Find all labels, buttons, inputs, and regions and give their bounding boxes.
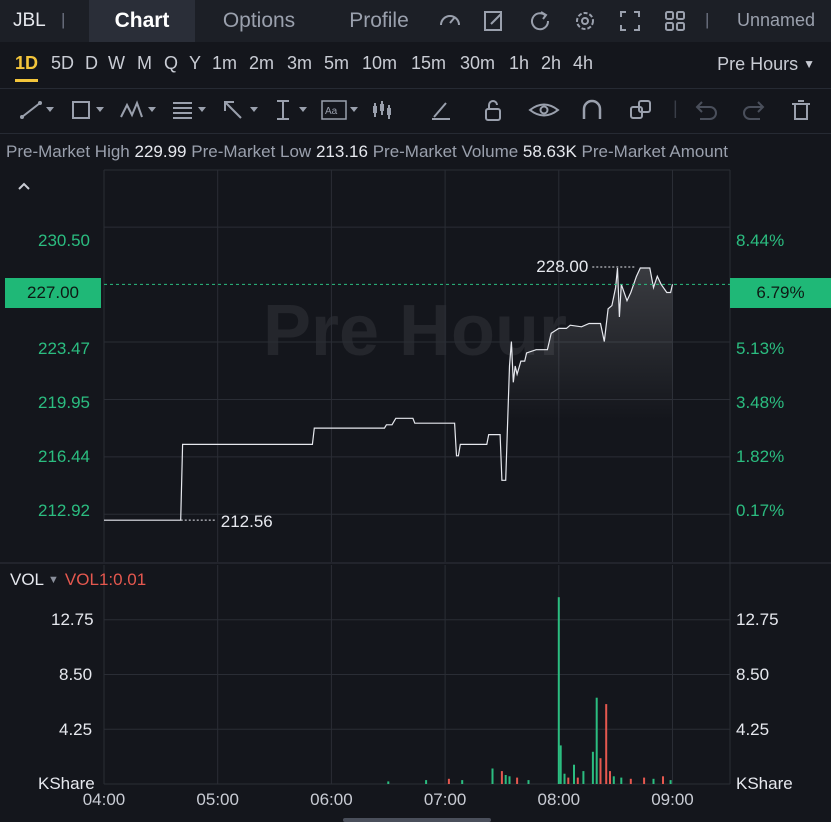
price-tick-label: 223.47 xyxy=(38,339,90,358)
volume-bar xyxy=(662,776,664,784)
chart-scrollbar[interactable] xyxy=(343,818,491,822)
chart-watermark: Pre Hour xyxy=(263,291,567,371)
volume-tick-label: 8.50 xyxy=(736,665,770,684)
price-tick-label: 216.44 xyxy=(38,447,90,466)
volume-bar xyxy=(387,781,390,784)
percent-tick-label: 8.44% xyxy=(736,231,785,250)
volume-bar xyxy=(491,768,494,784)
volume-bar xyxy=(643,777,646,784)
volume-bar xyxy=(576,777,579,784)
volume-bar xyxy=(447,778,450,784)
volume-tick-label: 12.75 xyxy=(51,610,94,629)
volume-bar xyxy=(425,780,428,784)
volume-bar xyxy=(609,771,611,784)
low-marker-label: 212.56 xyxy=(221,512,273,531)
percent-tick-label: 1.82% xyxy=(736,447,785,466)
volume-tick-label: 4.25 xyxy=(736,720,770,739)
volume-bar xyxy=(527,780,530,784)
volume-bar xyxy=(516,777,519,784)
volume-tick-label: 4.25 xyxy=(59,720,93,739)
volume-bar xyxy=(573,764,575,784)
x-tick-label: 08:00 xyxy=(538,790,581,809)
x-tick-label: 07:00 xyxy=(424,790,467,809)
volume-bar xyxy=(557,597,560,784)
x-tick-label: 09:00 xyxy=(651,790,694,809)
volume-bar xyxy=(652,778,655,784)
volume-bar xyxy=(582,771,585,784)
volume-bar xyxy=(500,771,503,784)
high-marker-label: 228.00 xyxy=(536,257,588,276)
volume-bar xyxy=(595,697,598,784)
volume-bars xyxy=(387,597,672,784)
caret-down-icon: ▼ xyxy=(48,574,59,586)
x-tick-label: 05:00 xyxy=(196,790,239,809)
volume-bar xyxy=(620,777,623,784)
volume-bar xyxy=(508,776,511,784)
volume-legend[interactable]: VOL ▼ VOL1:0.01 xyxy=(10,570,146,590)
volume-bar xyxy=(591,751,594,784)
volume-unit-label: KShare xyxy=(38,774,95,793)
current-change-badge: 6.79% xyxy=(730,278,831,308)
volume-bar xyxy=(629,778,632,784)
volume-legend-value: VOL1:0.01 xyxy=(64,570,147,589)
volume-bar xyxy=(563,773,566,784)
current-price-badge: 227.00 xyxy=(5,278,101,308)
price-chart[interactable]: Pre Hour 228.00212.56 04:00 05:00 06:00 07:… xyxy=(0,0,831,822)
volume-tick-label: 12.75 xyxy=(736,610,779,629)
price-tick-label: 212.92 xyxy=(38,501,90,520)
percent-tick-label: 0.17% xyxy=(736,501,785,520)
percent-tick-label: 5.13% xyxy=(736,339,785,358)
volume-unit-label: KShare xyxy=(736,774,793,793)
volume-bar xyxy=(567,777,570,784)
price-tick-label: 230.50 xyxy=(38,231,90,250)
volume-tick-label: 8.50 xyxy=(59,665,93,684)
volume-bar xyxy=(599,758,602,784)
volume-bar xyxy=(605,704,608,784)
volume-bar xyxy=(669,780,672,784)
volume-bar xyxy=(504,775,507,784)
volume-bar xyxy=(612,776,615,784)
x-axis: 04:00 05:00 06:00 07:00 08:00 09:00 xyxy=(83,790,694,809)
percent-tick-label: 3.48% xyxy=(736,393,785,412)
volume-bar xyxy=(559,745,562,784)
x-tick-label: 06:00 xyxy=(310,790,353,809)
volume-bar xyxy=(461,780,464,784)
price-tick-label: 219.95 xyxy=(38,393,90,412)
volume-legend-label: VOL xyxy=(10,570,45,589)
chart-grid xyxy=(0,169,831,785)
